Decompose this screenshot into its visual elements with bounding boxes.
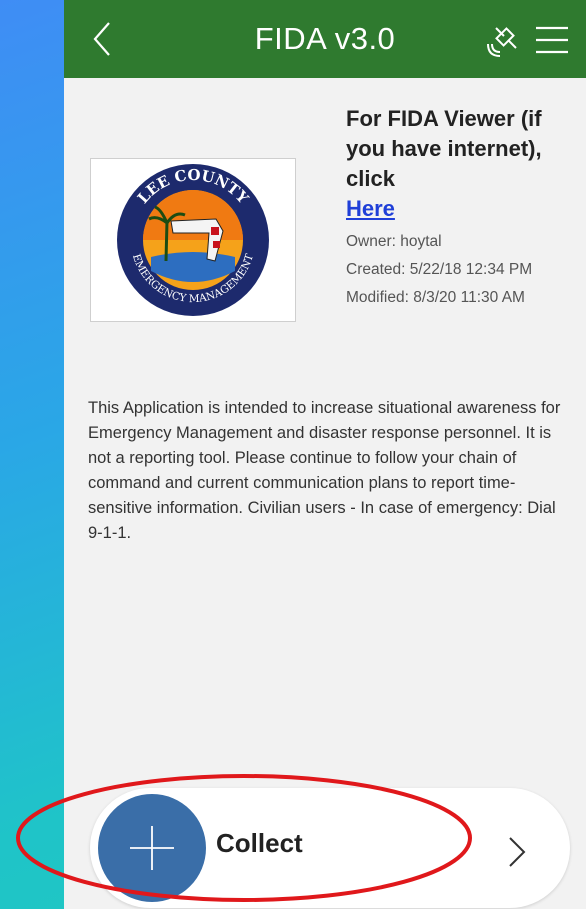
created-text: Created: 5/22/18 12:34 PM xyxy=(346,261,533,278)
owner-text: Owner: hoytal xyxy=(346,233,442,250)
app-description: This Application is intended to increase… xyxy=(88,399,561,542)
hamburger-menu-icon xyxy=(536,26,568,54)
chevron-right-icon xyxy=(509,837,526,867)
collect-add-button[interactable] xyxy=(98,794,206,902)
item-headline: For FIDA Viewer (if you have internet), … xyxy=(346,104,582,224)
headline-text: For FIDA Viewer (if you have internet), … xyxy=(346,106,542,191)
item-metadata: Owner: hoytal Created: 5/22/18 12:34 PM … xyxy=(346,230,582,310)
modified-text: Modified: 8/3/20 11:30 AM xyxy=(346,289,525,306)
viewer-link[interactable]: Here xyxy=(346,196,395,221)
satellite-icon xyxy=(487,27,517,57)
lee-county-logo: LEE COUNTY EMERGENCY MANAGEMENT xyxy=(117,164,269,316)
app-screen: FIDA v3.0 LEE COUNTY EMERGENCY MANAGEMEN… xyxy=(64,0,586,909)
app-bar: FIDA v3.0 xyxy=(64,0,586,78)
item-info: For FIDA Viewer (if you have internet), … xyxy=(346,104,582,314)
collect-chevron[interactable] xyxy=(502,832,532,872)
gps-status-button[interactable] xyxy=(484,20,524,60)
collect-label: Collect xyxy=(216,828,303,858)
app-thumbnail: LEE COUNTY EMERGENCY MANAGEMENT xyxy=(90,158,296,322)
plus-icon xyxy=(130,826,174,870)
menu-button[interactable] xyxy=(532,22,572,58)
